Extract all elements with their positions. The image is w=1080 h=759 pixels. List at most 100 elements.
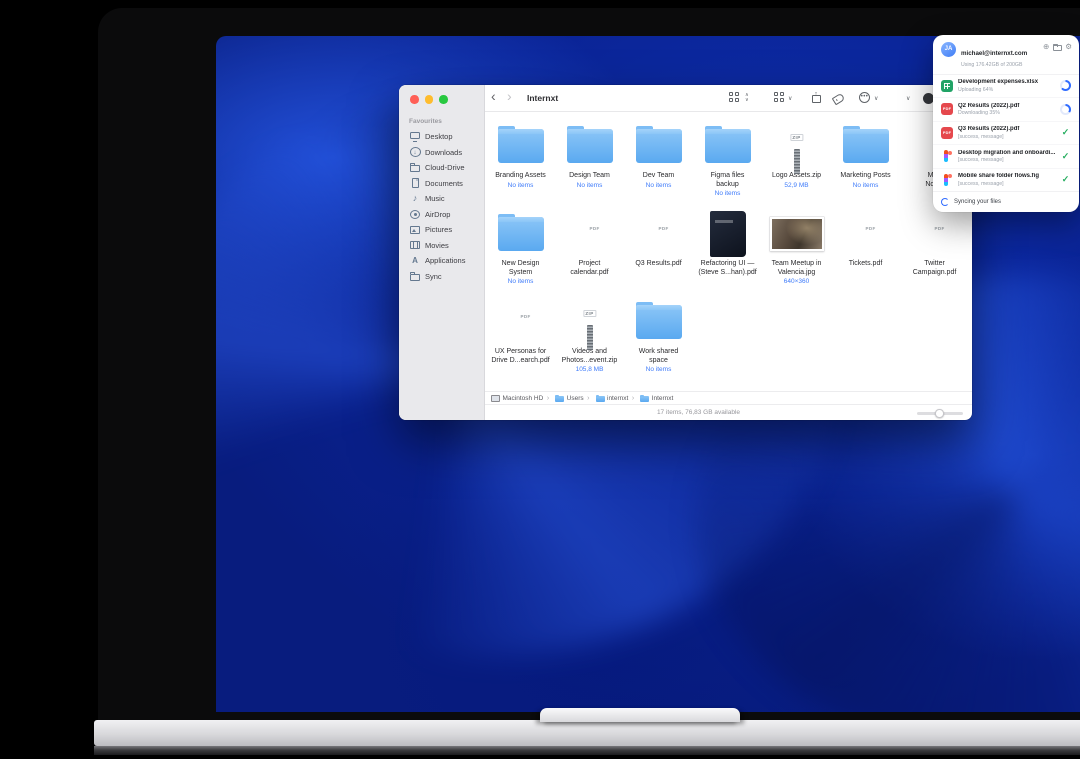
zoom-button[interactable]	[439, 95, 448, 104]
breadcrumb-item[interactable]: Users	[543, 394, 583, 402]
file-item[interactable]: Marketing Posts No items	[831, 122, 900, 210]
file-item[interactable]: Team Meetup in Valencia.jpg 640×360	[762, 210, 831, 298]
file-name: Refactoring UI — (Steve S...han).pdf	[698, 260, 756, 277]
file-icon	[498, 210, 544, 258]
file-item[interactable]: Branding Assets No items	[486, 122, 555, 210]
file-name: Marketing Posts	[840, 172, 890, 181]
file-item[interactable]: Figma files backup No items	[693, 122, 762, 210]
popover-header-icons: ⊕ ⚙	[1043, 43, 1072, 51]
tag-button[interactable]	[832, 93, 846, 106]
file-name: New Design System	[502, 260, 540, 277]
sidebar-item-icon	[409, 255, 421, 266]
file-item[interactable]: Design Team No items	[555, 122, 624, 210]
forward-button[interactable]: ›	[507, 88, 512, 104]
sync-file-name: Mobile share folder flows.fig	[958, 173, 1056, 179]
laptop-base-edge	[94, 746, 1080, 755]
sidebar-item-label: Sync	[425, 272, 442, 281]
sync-file-name: Q2 Results (2022).pdf	[958, 103, 1056, 109]
file-item[interactable]: Twitter Campaign.pdf	[900, 210, 969, 298]
file-type-icon	[941, 150, 953, 162]
file-item[interactable]: UX Personas for Drive D...earch.pdf	[486, 298, 555, 386]
file-icon	[770, 210, 824, 258]
sync-progress-indicator	[1060, 151, 1071, 162]
file-item[interactable]: Logo Assets.zip 52,9 MB	[762, 122, 831, 210]
share-button[interactable]: ↑	[812, 92, 821, 103]
sidebar-item-icon	[409, 131, 421, 142]
sidebar-item-icon	[409, 193, 421, 204]
finder-toolbar: ‹ › Internxt ∧∨ ∨ ↑ ••• ∨ ∨	[485, 85, 972, 112]
file-name: Dev Team	[643, 172, 674, 181]
sync-file-status: [success, message]	[958, 157, 1056, 163]
sync-file-status: [success, message]	[958, 134, 1056, 140]
sync-file-row[interactable]: Q3 Results (2022).pdf [success, message]	[933, 122, 1079, 146]
sidebar-item[interactable]: Documents	[399, 176, 484, 192]
more-actions-button[interactable]: •••	[859, 92, 870, 103]
breadcrumb-icon	[555, 394, 564, 402]
file-subtitle: No items	[508, 278, 534, 285]
view-sort-chevrons-icon[interactable]: ∧∨	[745, 93, 749, 102]
window-controls	[410, 95, 448, 104]
finder-main: ‹ › Internxt ∧∨ ∨ ↑ ••• ∨ ∨	[485, 85, 972, 420]
file-icon	[843, 122, 889, 170]
breadcrumb-item[interactable]: Internxt	[628, 394, 673, 402]
breadcrumb-item[interactable]: Macintosh HD	[491, 394, 543, 402]
back-button[interactable]: ‹	[491, 88, 496, 104]
file-type-badge	[583, 310, 596, 317]
file-item[interactable]: New Design System No items	[486, 210, 555, 298]
file-item[interactable]: Tickets.pdf	[831, 210, 900, 298]
file-subtitle: No items	[646, 366, 672, 373]
file-item[interactable]: Project calendar.pdf	[555, 210, 624, 298]
close-button[interactable]	[410, 95, 419, 104]
sidebar-item[interactable]: Cloud-Drive	[399, 160, 484, 176]
sidebar-item[interactable]: Desktop	[399, 129, 484, 145]
file-name: Videos and Photos...event.zip	[562, 348, 618, 365]
sidebar-item-icon	[409, 240, 421, 251]
finder-window: Favourites Desktop Downloads	[399, 85, 972, 420]
minimize-button[interactable]	[425, 95, 434, 104]
sidebar-item[interactable]: AirDrop	[399, 207, 484, 223]
sidebar-item-label: AirDrop	[425, 210, 450, 219]
breadcrumb-label: internxt	[607, 395, 628, 402]
sidebar-item-icon	[409, 224, 421, 235]
file-icon	[710, 210, 746, 258]
account-email: michael@internxt.com	[961, 50, 1027, 57]
macbook-mockup: Favourites Desktop Downloads	[0, 0, 1080, 759]
file-name: Project calendar.pdf	[570, 260, 608, 277]
sidebar-item[interactable]: Sync	[399, 269, 484, 285]
file-icon	[705, 122, 751, 170]
sync-file-row[interactable]: Development expenses.xlsx Uploading 64%	[933, 75, 1079, 99]
sidebar-item[interactable]: Music	[399, 191, 484, 207]
sync-file-row[interactable]: Q2 Results (2022).pdf Downloading 35%	[933, 98, 1079, 122]
group-by-button[interactable]	[774, 92, 784, 102]
folder-icon[interactable]	[1053, 43, 1062, 51]
toolbar-overflow-chevron-icon[interactable]: ∨	[906, 95, 910, 102]
sidebar-item[interactable]: Movies	[399, 238, 484, 254]
file-item[interactable]: Q3 Results.pdf	[624, 210, 693, 298]
file-name: Twitter Campaign.pdf	[913, 260, 957, 277]
sidebar-item[interactable]: Applications	[399, 253, 484, 269]
sidebar-item[interactable]: Pictures	[399, 222, 484, 238]
icon-view-button[interactable]	[729, 92, 739, 102]
sidebar-item[interactable]: Downloads	[399, 145, 484, 161]
sidebar-item-icon	[409, 209, 421, 220]
file-item[interactable]: Refactoring UI — (Steve S...han).pdf	[693, 210, 762, 298]
chevron-down-icon[interactable]: ∨	[874, 95, 878, 102]
icon-size-slider[interactable]	[917, 412, 963, 415]
item-count-status: 17 items, 76,83 GB available	[485, 409, 912, 416]
file-name: UX Personas for Drive D...earch.pdf	[491, 348, 549, 365]
gear-icon[interactable]: ⚙	[1065, 43, 1072, 51]
file-name: Branding Assets	[495, 172, 546, 181]
chevron-down-icon[interactable]: ∨	[788, 95, 792, 102]
sync-file-row[interactable]: Desktop migration and onboardi... [succe…	[933, 145, 1079, 169]
globe-icon[interactable]: ⊕	[1043, 43, 1049, 51]
file-item[interactable]: Dev Team No items	[624, 122, 693, 210]
file-subtitle: No items	[577, 182, 603, 189]
sync-progress-indicator	[1060, 80, 1071, 91]
breadcrumb-item[interactable]: internxt	[584, 394, 629, 402]
sync-file-text: Q2 Results (2022).pdf Downloading 35%	[958, 103, 1056, 117]
sync-file-row[interactable]: Mobile share folder flows.fig [success, …	[933, 169, 1079, 192]
slider-knob[interactable]	[935, 409, 944, 418]
file-item[interactable]: Work shared space No items	[624, 298, 693, 386]
file-item[interactable]: Videos and Photos...event.zip 105,8 MB	[555, 298, 624, 386]
file-icon	[498, 122, 544, 170]
